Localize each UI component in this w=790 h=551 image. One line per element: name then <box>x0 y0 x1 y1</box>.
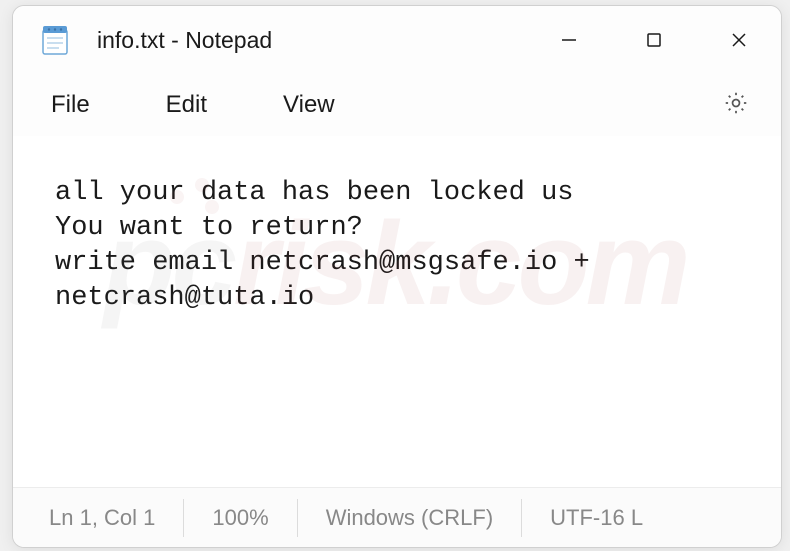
status-line-ending: Windows (CRLF) <box>298 499 522 537</box>
maximize-button[interactable] <box>611 6 696 74</box>
menubar: File Edit View <box>13 74 781 136</box>
menu-view[interactable]: View <box>263 81 355 129</box>
menu-file[interactable]: File <box>31 81 110 129</box>
window-controls <box>526 6 781 74</box>
status-encoding: UTF-16 L <box>522 499 671 537</box>
close-button[interactable] <box>696 6 781 74</box>
text-editor[interactable]: all your data has been locked us You wan… <box>13 136 781 487</box>
titlebar: info.txt - Notepad <box>13 6 781 74</box>
status-zoom: 100% <box>184 499 297 537</box>
statusbar: Ln 1, Col 1 100% Windows (CRLF) UTF-16 L <box>13 487 781 547</box>
minimize-button[interactable] <box>526 6 611 74</box>
notepad-window: info.txt - Notepad File Edit View <box>12 5 782 548</box>
window-title: info.txt - Notepad <box>97 27 526 54</box>
status-cursor-position: Ln 1, Col 1 <box>13 499 184 537</box>
gear-icon <box>723 103 749 120</box>
notepad-icon <box>41 24 69 56</box>
menu-edit[interactable]: Edit <box>146 81 227 129</box>
settings-button[interactable] <box>709 82 763 129</box>
